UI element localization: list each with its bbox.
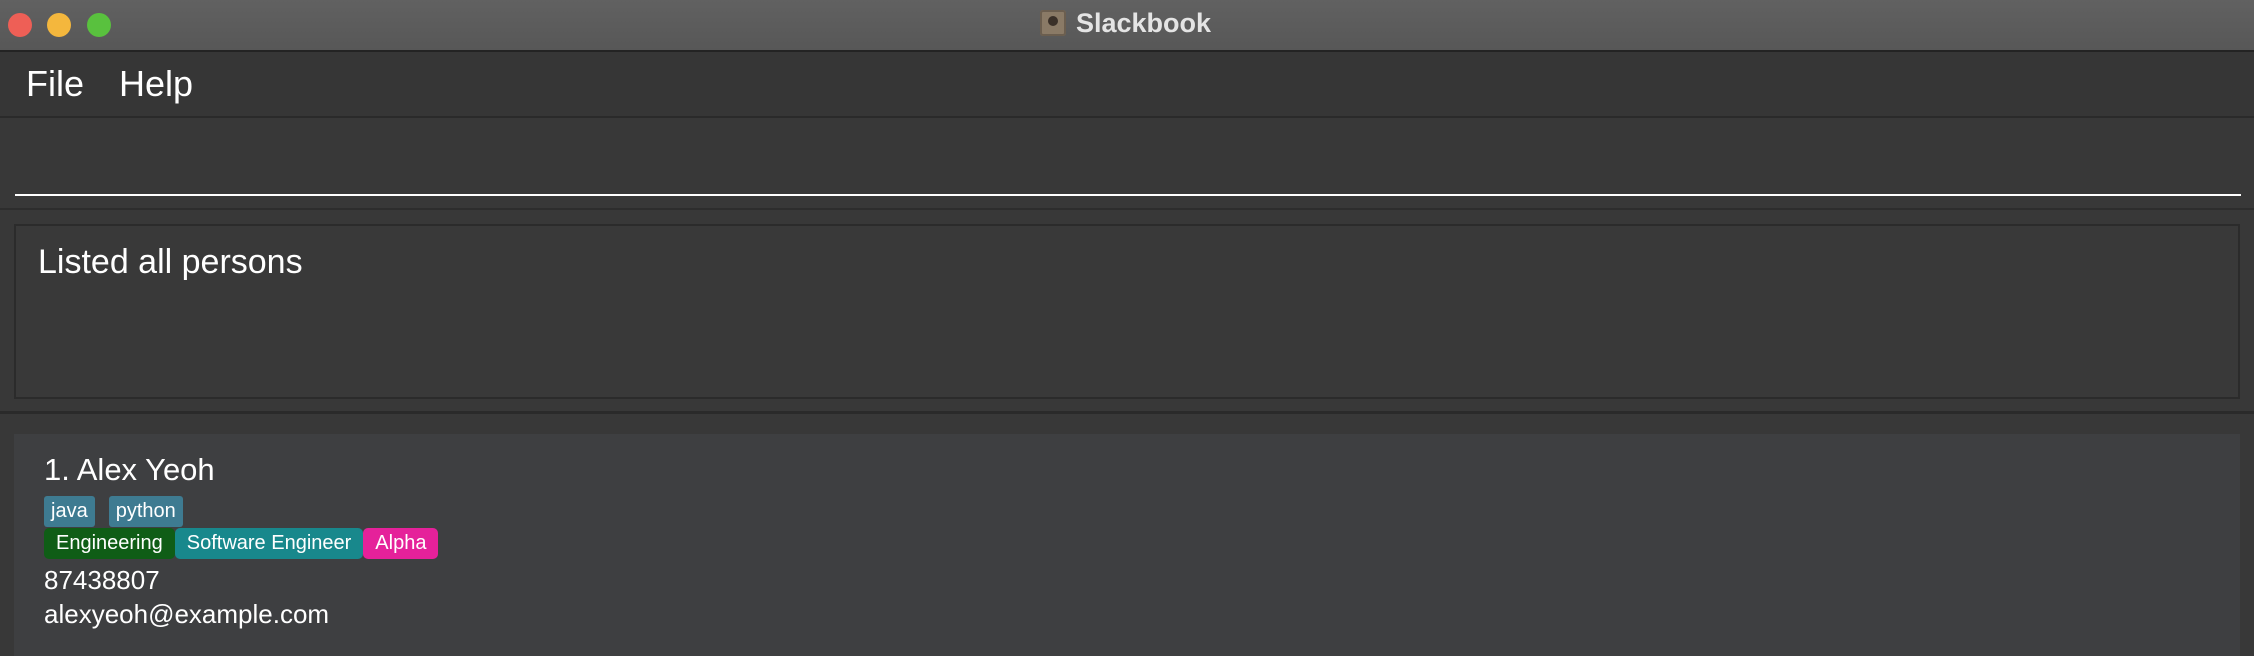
role-tag: Software Engineer	[174, 528, 364, 559]
person-card[interactable]: 1. Alex Yeoh java python Engineering Sof…	[14, 434, 2240, 656]
command-box-container	[0, 118, 2254, 210]
result-display-container: Listed all persons	[0, 210, 2254, 414]
menu-help[interactable]: Help	[119, 62, 193, 106]
result-display[interactable]: Listed all persons	[14, 224, 2240, 399]
command-input[interactable]	[15, 130, 2241, 196]
address-book-icon	[1040, 10, 1066, 36]
person-name: 1. Alex Yeoh	[44, 452, 215, 487]
menu-file[interactable]: File	[26, 62, 84, 106]
skill-tag: python	[108, 496, 183, 527]
role-tags: Engineering Software Engineer Alpha	[44, 528, 439, 559]
window-title-group: Slackbook	[1040, 8, 1211, 38]
app-window: Slackbook File Help Listed all persons 1…	[0, 0, 2254, 656]
minimize-window-icon[interactable]	[47, 13, 71, 37]
person-phone: 87438807	[44, 565, 160, 595]
result-message: Listed all persons	[38, 243, 303, 281]
person-email: alexyeoh@example.com	[44, 599, 330, 629]
maximize-window-icon[interactable]	[87, 13, 111, 37]
department-tag: Engineering	[44, 528, 175, 559]
close-window-icon[interactable]	[8, 13, 32, 37]
menu-bar: File Help	[0, 52, 2254, 118]
person-list[interactable]: 1. Alex Yeoh java python Engineering Sof…	[0, 414, 2254, 656]
title-bar: Slackbook	[0, 0, 2254, 52]
window-title: Slackbook	[1076, 7, 1212, 38]
skill-tag: java	[44, 496, 95, 527]
skill-tags: java python	[44, 496, 183, 527]
team-tag: Alpha	[363, 528, 439, 559]
